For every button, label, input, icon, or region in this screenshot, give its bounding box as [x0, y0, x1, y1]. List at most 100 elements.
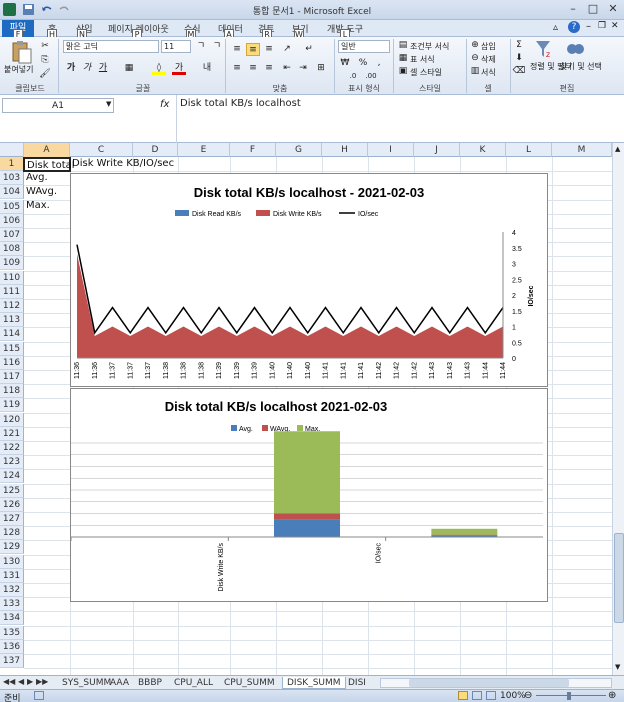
- comma-icon[interactable]: ,: [372, 57, 386, 70]
- row-header[interactable]: 119: [0, 398, 24, 413]
- table-format-icon[interactable]: ▦: [396, 52, 410, 65]
- maximize-button[interactable]: □: [584, 2, 602, 17]
- autosum-icon[interactable]: Σ: [512, 39, 526, 52]
- page-break-view-icon[interactable]: [486, 691, 496, 700]
- row-header[interactable]: 121: [0, 426, 24, 441]
- delete-cells-label[interactable]: 삭제: [481, 54, 496, 65]
- row-header[interactable]: 117: [0, 370, 24, 384]
- row-header[interactable]: 113: [0, 313, 24, 328]
- row-header[interactable]: 111: [0, 284, 24, 299]
- row-header[interactable]: 130: [0, 554, 24, 569]
- sheet-tab-aaa[interactable]: AAA: [106, 677, 133, 689]
- row-header[interactable]: 134: [0, 611, 24, 626]
- fill-icon[interactable]: ⬇: [512, 52, 526, 65]
- merge-center-icon[interactable]: ⊞: [314, 62, 328, 75]
- row-header[interactable]: 108: [0, 242, 24, 257]
- insert-cells-label[interactable]: 삽입: [481, 41, 496, 52]
- horizontal-scroll-thumb[interactable]: [409, 679, 569, 687]
- help-icon[interactable]: ?: [568, 21, 580, 33]
- align-right-icon[interactable]: ≡: [262, 62, 276, 75]
- bold-icon[interactable]: 가: [64, 62, 78, 75]
- row-header[interactable]: 106: [0, 213, 24, 228]
- align-bottom-icon[interactable]: ≡: [262, 43, 276, 56]
- prev-sheet-icon[interactable]: ◀: [18, 677, 24, 686]
- cell-style-label[interactable]: 셀 스타일: [410, 67, 442, 78]
- row-header[interactable]: 109: [0, 256, 24, 271]
- column-header-i[interactable]: I: [368, 143, 414, 157]
- sheet-tab-cpu-summ[interactable]: CPU_SUMM: [220, 677, 279, 689]
- column-header-k[interactable]: K: [460, 143, 506, 157]
- doc-minimize-icon[interactable]: –: [586, 21, 591, 32]
- name-box[interactable]: A1: [2, 98, 114, 113]
- row-header[interactable]: 112: [0, 299, 24, 313]
- row-header[interactable]: 135: [0, 625, 24, 640]
- row-header[interactable]: 107: [0, 228, 24, 242]
- name-box-dropdown-icon[interactable]: ▼: [106, 100, 111, 108]
- find-select-icon[interactable]: [566, 39, 584, 59]
- worksheet-grid[interactable]: A C D E F G H I J K L M 1 103 104 105 106 107…: [0, 143, 612, 675]
- decrease-decimal-icon[interactable]: .00: [364, 70, 378, 83]
- font-grow-icon[interactable]: ㄱ: [194, 40, 208, 53]
- first-sheet-icon[interactable]: ◀◀: [3, 677, 15, 686]
- column-header-j[interactable]: J: [414, 143, 460, 157]
- row-header[interactable]: 105: [0, 199, 24, 214]
- last-sheet-icon[interactable]: ▶▶: [36, 677, 48, 686]
- row-header[interactable]: 136: [0, 639, 24, 654]
- cell-a104[interactable]: WAvg.: [24, 185, 57, 199]
- row-header[interactable]: 133: [0, 597, 24, 612]
- row-header[interactable]: 125: [0, 483, 24, 498]
- cell-a103[interactable]: Avg.: [24, 171, 48, 185]
- vertical-scrollbar[interactable]: ▲ ▼: [612, 143, 624, 675]
- phonetic-icon[interactable]: 내: [200, 62, 214, 75]
- paste-label[interactable]: 붙여넣기: [4, 64, 33, 75]
- conditional-format-label[interactable]: 조건부 서식: [410, 41, 449, 52]
- row-header[interactable]: 127: [0, 512, 24, 526]
- orientation-icon[interactable]: ↗: [280, 43, 294, 56]
- row-header[interactable]: 124: [0, 469, 24, 484]
- row-header[interactable]: 115: [0, 341, 24, 356]
- doc-restore-icon[interactable]: ❐: [598, 21, 606, 31]
- vertical-scroll-thumb[interactable]: [614, 533, 624, 623]
- font-name-select[interactable]: 맑은 고딕: [63, 40, 159, 53]
- increase-decimal-icon[interactable]: .0: [346, 70, 360, 83]
- find-select-label[interactable]: 찾기 및 선택: [560, 61, 602, 72]
- insert-function-button[interactable]: fx: [160, 99, 169, 110]
- column-header-h[interactable]: H: [322, 143, 368, 157]
- row-header[interactable]: 120: [0, 412, 24, 427]
- row-header[interactable]: 103: [0, 171, 24, 186]
- row-header[interactable]: 132: [0, 583, 24, 597]
- column-header-d[interactable]: D: [133, 143, 178, 157]
- indent-decrease-icon[interactable]: ⇤: [280, 62, 294, 75]
- cell-a105[interactable]: Max.: [24, 199, 50, 213]
- align-center-icon[interactable]: ≡: [246, 62, 260, 75]
- column-header-a[interactable]: A: [24, 143, 70, 157]
- row-header[interactable]: 129: [0, 540, 24, 555]
- paste-icon[interactable]: [8, 40, 34, 64]
- chart-disk-total-bar[interactable]: Disk total KB/s localhost 2021-02-03 Avg…: [61, 388, 548, 602]
- italic-icon[interactable]: 가: [80, 62, 94, 75]
- insert-cells-icon[interactable]: ⊕: [468, 39, 482, 52]
- next-sheet-icon[interactable]: ▶: [27, 677, 33, 686]
- select-all-corner[interactable]: [0, 143, 24, 157]
- ribbon-minimize-icon[interactable]: ▵: [553, 22, 558, 33]
- row-header[interactable]: 126: [0, 497, 24, 512]
- close-button[interactable]: ✕: [604, 2, 622, 17]
- row-header[interactable]: 118: [0, 384, 24, 399]
- sort-filter-icon[interactable]: Z: [534, 39, 552, 59]
- row-header[interactable]: 114: [0, 327, 24, 342]
- indent-increase-icon[interactable]: ⇥: [296, 62, 310, 75]
- font-color-icon[interactable]: 가: [172, 62, 186, 75]
- cell-b1[interactable]: Disk Write KB/IO/sec: [70, 157, 174, 171]
- zoom-slider[interactable]: [536, 695, 606, 696]
- zoom-out-icon[interactable]: ⊖: [524, 690, 532, 701]
- sheet-tab-bbbp[interactable]: BBBP: [134, 677, 166, 689]
- fill-color-icon[interactable]: ◊: [152, 62, 166, 75]
- sheet-tab-disk-summ[interactable]: DISK_SUMM: [282, 677, 346, 689]
- row-header[interactable]: 131: [0, 568, 24, 583]
- row-header[interactable]: 116: [0, 355, 24, 370]
- row-header[interactable]: 1: [0, 157, 24, 171]
- format-cells-icon[interactable]: ▥: [468, 65, 482, 78]
- scroll-down-icon[interactable]: ▼: [615, 663, 620, 671]
- minimize-button[interactable]: –: [564, 2, 582, 17]
- sheet-tab-cpu-all[interactable]: CPU_ALL: [170, 677, 217, 689]
